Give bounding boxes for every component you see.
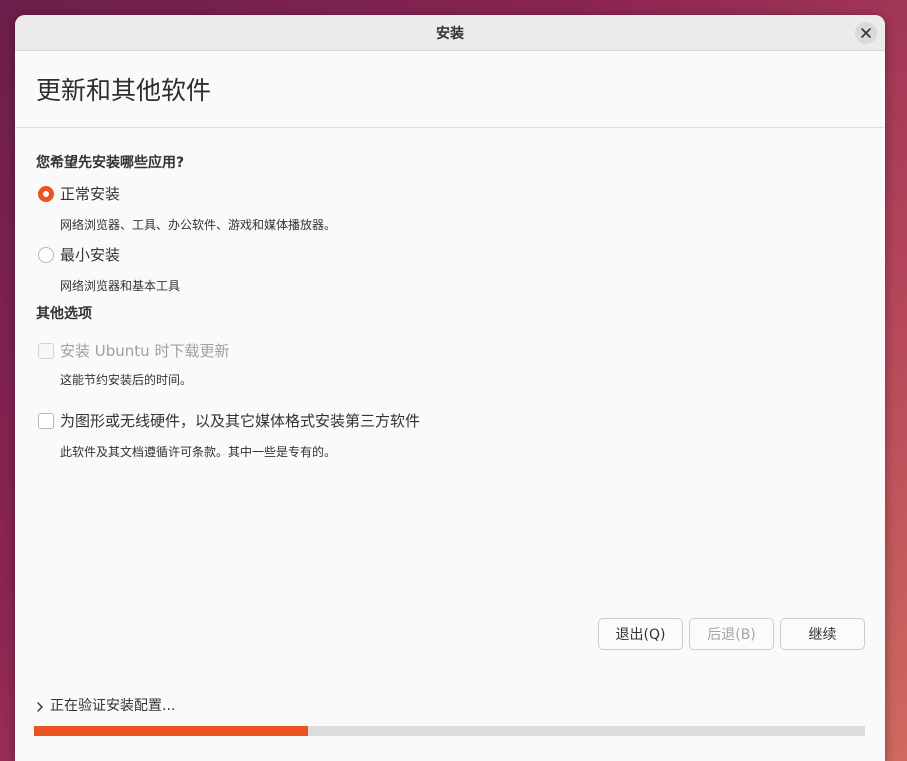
- third-party-label: 为图形或无线硬件，以及其它媒体格式安装第三方软件: [60, 412, 421, 430]
- download-updates-desc: 这能节约安装后的时间。: [60, 373, 193, 387]
- checkbox-third-party[interactable]: 为图形或无线硬件，以及其它媒体格式安装第三方软件: [38, 410, 420, 431]
- radio-minimal-install[interactable]: 最小安装: [38, 244, 120, 265]
- other-options-title: 其他选项: [36, 306, 92, 322]
- back-button[interactable]: 后退(B): [689, 618, 774, 650]
- install-type-question: 您希望先安装哪些应用?: [36, 155, 185, 171]
- progress-bar-fill: [34, 726, 309, 736]
- status-text: 正在验证安装配置...: [50, 698, 176, 714]
- minimal-install-label: 最小安装: [60, 246, 121, 264]
- page-title: 更新和其他软件: [36, 76, 212, 105]
- close-icon: [861, 28, 871, 38]
- page-header: 更新和其他软件: [15, 51, 885, 128]
- window-title: 安装: [436, 25, 464, 42]
- chevron-right-icon: [37, 702, 43, 712]
- minimal-install-desc: 网络浏览器和基本工具: [60, 279, 181, 293]
- progress-bar: [34, 726, 865, 736]
- radio-normal-install[interactable]: 正常安装: [38, 183, 120, 204]
- quit-button[interactable]: 退出(Q): [598, 618, 683, 650]
- continue-button[interactable]: 继续: [780, 618, 865, 650]
- radio-button[interactable]: [38, 246, 54, 263]
- status-expander[interactable]: 正在验证安装配置...: [36, 695, 175, 715]
- download-updates-label: 安装 Ubuntu 时下载更新: [60, 342, 230, 360]
- close-button[interactable]: [855, 22, 877, 44]
- installer-window: 安装 更新和其他软件 您希望先安装哪些应用? 正常安装 网络浏览器、工具、办公软…: [15, 15, 885, 761]
- checkbox[interactable]: [38, 412, 54, 429]
- titlebar[interactable]: 安装: [15, 15, 885, 51]
- checkbox[interactable]: [38, 342, 54, 359]
- radio-button-checked[interactable]: [38, 185, 54, 202]
- third-party-desc: 此软件及其文档遵循许可条款。其中一些是专有的。: [60, 445, 337, 459]
- normal-install-label: 正常安装: [60, 185, 121, 203]
- normal-install-desc: 网络浏览器、工具、办公软件、游戏和媒体播放器。: [60, 218, 337, 232]
- checkbox-download-updates[interactable]: 安装 Ubuntu 时下载更新: [38, 340, 229, 361]
